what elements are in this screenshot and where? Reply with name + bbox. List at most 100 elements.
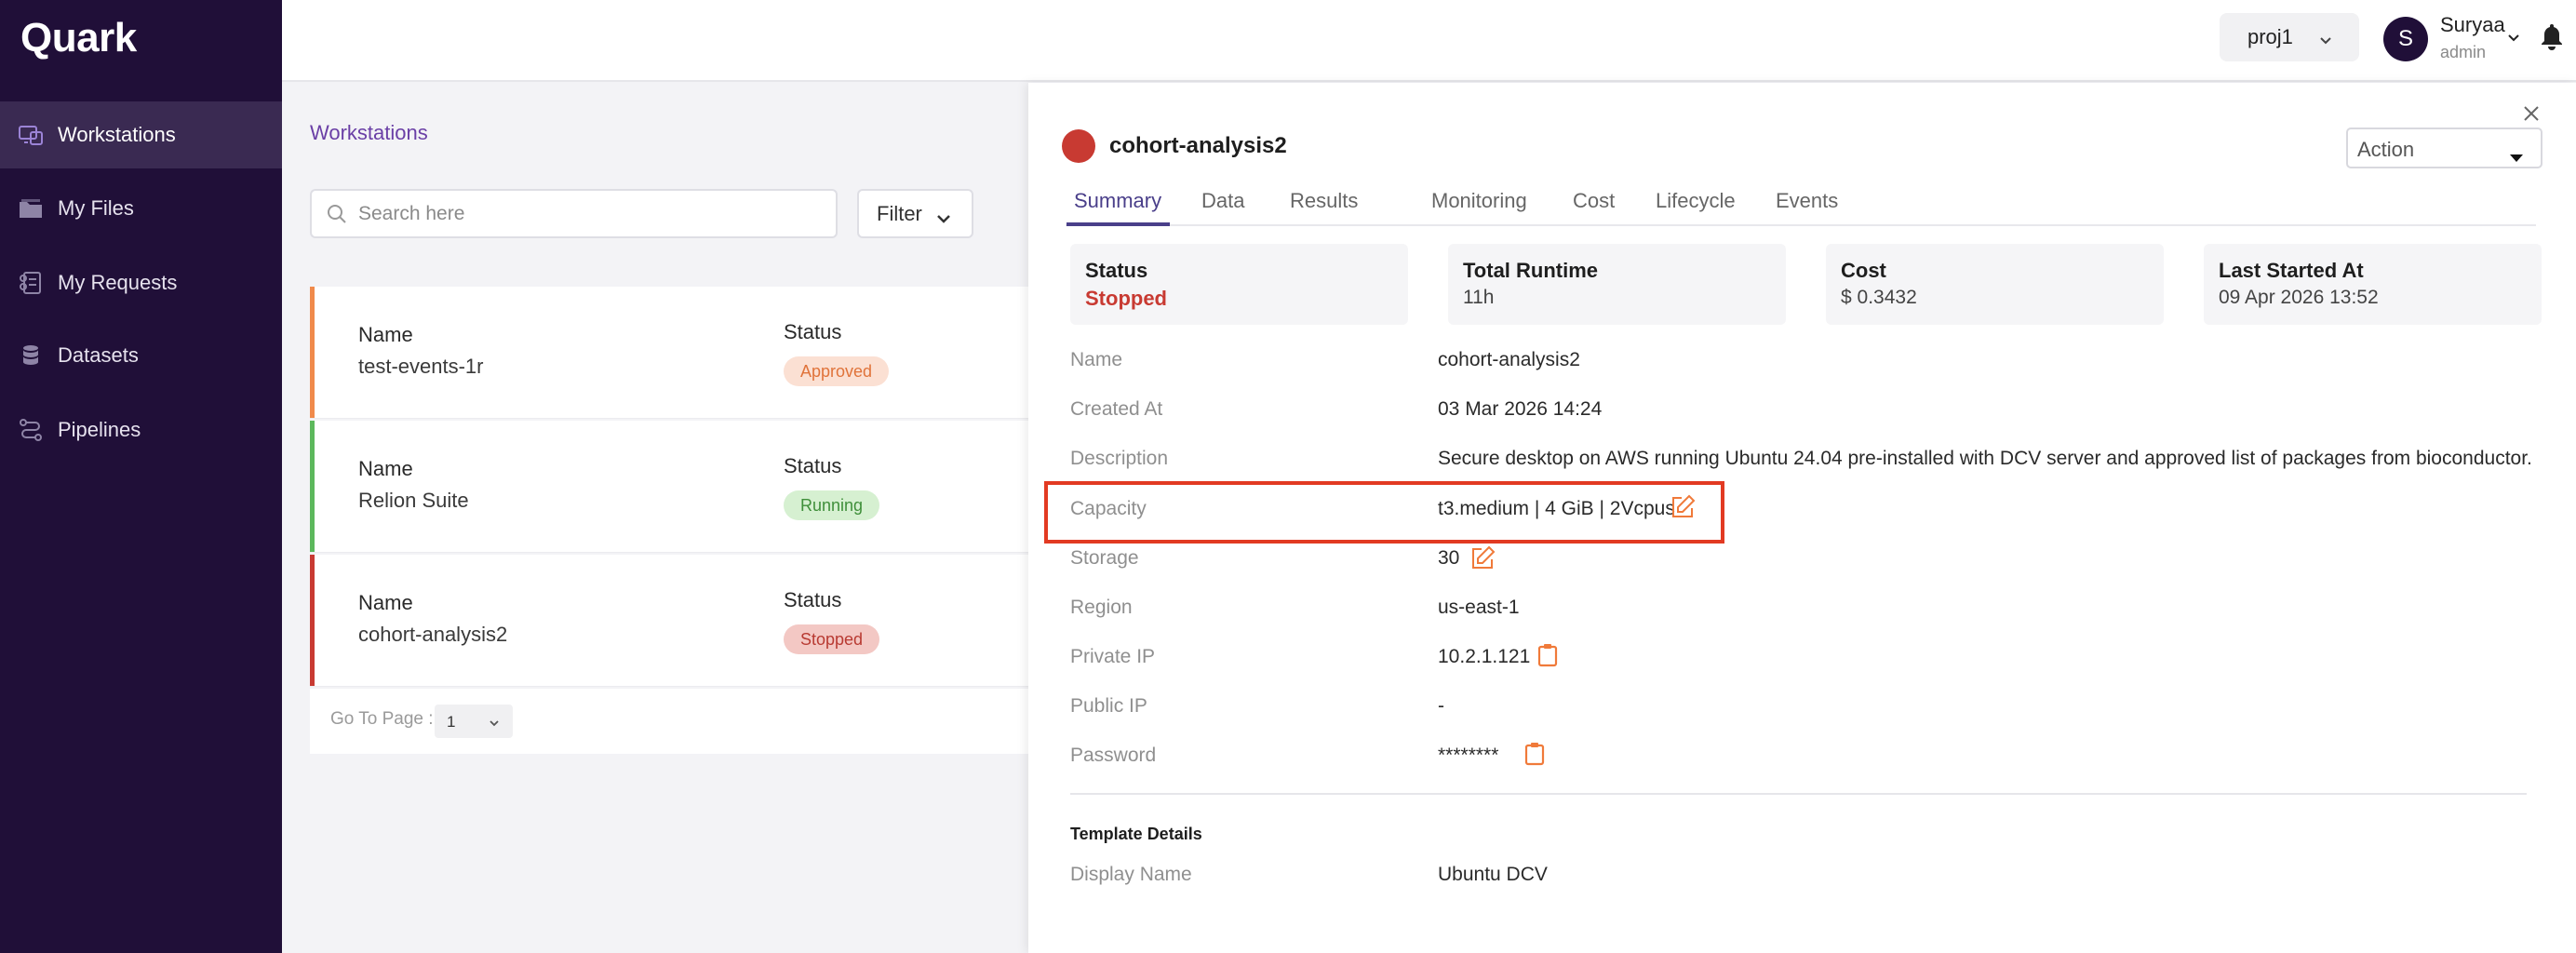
- status-indicator: [1062, 129, 1095, 163]
- status-badge: Running: [784, 490, 880, 520]
- stat-value: 09 Apr 2026 13:52: [2219, 287, 2379, 308]
- field-value-private-ip: 10.2.1.121: [1438, 646, 1531, 667]
- sidebar-item-datasets[interactable]: Datasets: [0, 322, 282, 389]
- clipboard-icon[interactable]: [1524, 742, 1545, 771]
- workstation-name: test-events-1r: [358, 355, 484, 378]
- field-label-storage: Storage: [1070, 547, 1139, 569]
- sidebar-item-label: My Files: [58, 196, 134, 220]
- page-select-value: 1: [447, 713, 456, 731]
- field-label-created-at: Created At: [1070, 398, 1163, 420]
- status-badge: Stopped: [784, 624, 880, 654]
- status-label: Status: [784, 320, 842, 343]
- divider: [1070, 793, 2527, 795]
- field-value-name: cohort-analysis2: [1438, 349, 1580, 370]
- bell-icon[interactable]: [2539, 22, 2565, 55]
- app-logo: Quark: [20, 15, 137, 60]
- stat-label: Cost: [1841, 259, 1886, 282]
- avatar-initial: S: [2397, 26, 2413, 51]
- workstation-icon: [19, 123, 43, 147]
- chevron-down-icon: [489, 715, 500, 733]
- tab-events[interactable]: Events: [1776, 189, 1838, 213]
- sidebar-item-my-files[interactable]: My Files: [0, 175, 282, 242]
- sidebar-item-pipelines[interactable]: Pipelines: [0, 396, 282, 463]
- list-item[interactable]: Name cohort-analysis2 Status Stopped: [310, 555, 1036, 687]
- sidebar-item-label: Workstations: [58, 123, 176, 146]
- detail-tabs: Summary Data Results Monitoring Cost Lif…: [1066, 187, 2536, 226]
- search-input[interactable]: [358, 200, 824, 228]
- filter-label: Filter: [877, 201, 922, 225]
- search-box: [310, 189, 838, 238]
- field-label-name: Name: [1070, 349, 1123, 370]
- user-role: admin: [2440, 43, 2487, 61]
- stat-card-last-started: Last Started At 09 Apr 2026 13:52: [2204, 244, 2542, 325]
- stat-card-status: Status Stopped: [1070, 244, 1408, 325]
- chevron-down-icon[interactable]: [2506, 30, 2521, 49]
- field-label-description: Description: [1070, 448, 1169, 469]
- chevron-down-icon: [935, 208, 952, 232]
- workstation-title: cohort-analysis2: [1109, 133, 1287, 158]
- field-value-display-name: Ubuntu DCV: [1438, 864, 1548, 885]
- tab-summary[interactable]: Summary: [1074, 189, 1161, 213]
- field-value-region: us-east-1: [1438, 597, 1520, 618]
- go-to-page-label: Go To Page :: [330, 709, 434, 729]
- avatar[interactable]: S: [2383, 17, 2428, 61]
- field-label-public-ip: Public IP: [1070, 695, 1147, 717]
- status-bar: [310, 555, 315, 686]
- stat-card-total-runtime: Total Runtime 11h: [1448, 244, 1786, 325]
- action-dropdown[interactable]: Action: [2346, 128, 2542, 168]
- close-icon[interactable]: [2517, 100, 2545, 128]
- name-label: Name: [358, 457, 413, 480]
- tab-results[interactable]: Results: [1290, 189, 1358, 213]
- pagination: Go To Page : 1: [310, 689, 1036, 754]
- sidebar-item-workstations[interactable]: Workstations: [0, 101, 282, 168]
- chevron-down-icon: [2318, 29, 2333, 53]
- sidebar-item-label: Pipelines: [58, 418, 141, 441]
- breadcrumb[interactable]: Workstations: [310, 121, 428, 145]
- field-value-password: ********: [1438, 745, 1499, 766]
- tab-cost[interactable]: Cost: [1573, 189, 1615, 213]
- field-label-capacity: Capacity: [1070, 498, 1147, 519]
- sidebar-item-label: Datasets: [58, 343, 139, 367]
- project-select-value: proj1: [2247, 25, 2293, 48]
- field-label-password: Password: [1070, 745, 1157, 766]
- status-label: Status: [784, 454, 842, 477]
- field-value-capacity: t3.medium | 4 GiB | 2Vcpus: [1438, 498, 1675, 519]
- name-label: Name: [358, 591, 413, 614]
- list-item[interactable]: Name test-events-1r Status Approved: [310, 287, 1036, 419]
- list-item[interactable]: Name Relion Suite Status Running: [310, 421, 1036, 553]
- stat-card-cost: Cost $ 0.3432: [1826, 244, 2164, 325]
- sidebar-item-label: My Requests: [58, 271, 178, 294]
- field-label-display-name: Display Name: [1070, 864, 1192, 885]
- action-label: Action: [2357, 138, 2415, 161]
- project-select[interactable]: proj1: [2220, 13, 2359, 61]
- tab-lifecycle[interactable]: Lifecycle: [1656, 189, 1736, 213]
- tab-data[interactable]: Data: [1201, 189, 1244, 213]
- user-name[interactable]: Suryaa: [2440, 13, 2505, 37]
- edit-icon[interactable]: [1469, 545, 1496, 576]
- status-bar: [310, 287, 315, 418]
- tab-monitoring[interactable]: Monitoring: [1431, 189, 1527, 213]
- folder-icon: [19, 196, 43, 221]
- stat-label: Status: [1085, 259, 1148, 282]
- page-select[interactable]: 1: [435, 705, 513, 738]
- sidebar-item-my-requests[interactable]: My Requests: [0, 249, 282, 316]
- stat-value: 11h: [1463, 287, 1495, 308]
- stat-value: Stopped: [1085, 287, 1167, 310]
- pipeline-icon: [19, 418, 43, 442]
- status-bar: [310, 421, 315, 552]
- field-value-storage: 30: [1438, 547, 1460, 569]
- field-value-description: Secure desktop on AWS running Ubuntu 24.…: [1438, 448, 2532, 469]
- field-label-private-ip: Private IP: [1070, 646, 1156, 667]
- database-icon: [19, 343, 43, 368]
- template-details-heading: Template Details: [1070, 825, 1202, 843]
- sidebar: Quark Workstations My Files My Requests …: [0, 0, 282, 953]
- stat-label: Last Started At: [2219, 259, 2364, 282]
- status-label: Status: [784, 588, 842, 611]
- filter-button[interactable]: Filter: [857, 189, 973, 238]
- requests-icon: [19, 271, 43, 295]
- stat-value: $ 0.3432: [1841, 287, 1917, 308]
- search-icon: [327, 204, 347, 229]
- clipboard-icon[interactable]: [1537, 643, 1558, 672]
- active-tab-indicator: [1067, 222, 1170, 226]
- edit-icon[interactable]: [1670, 494, 1696, 525]
